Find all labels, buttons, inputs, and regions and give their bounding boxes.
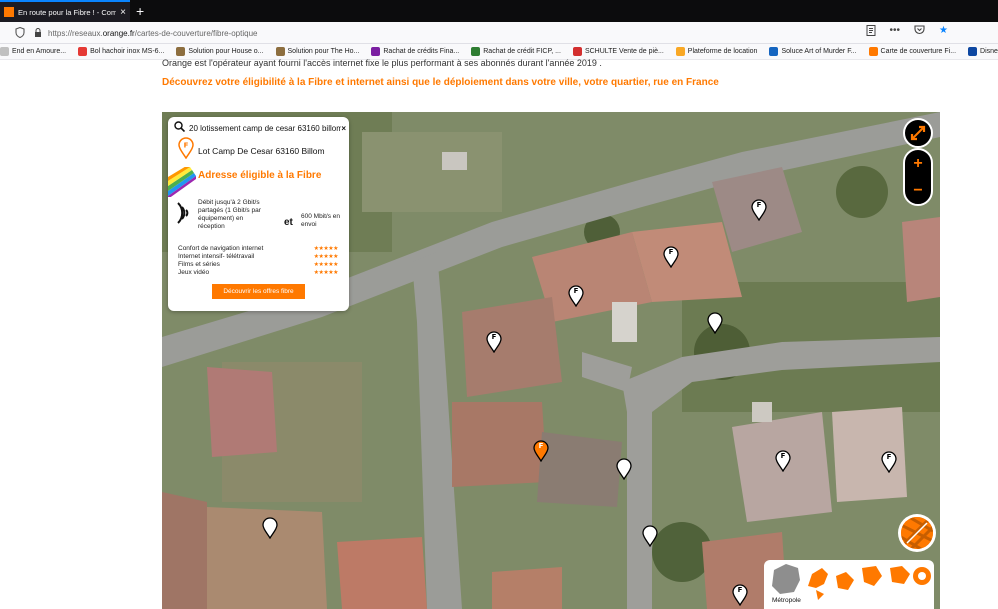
fibre-marker-icon[interactable]: F [751, 199, 767, 221]
bookmark-favicon-icon [572, 47, 582, 56]
star-rating-icon: ★★★★★ [313, 270, 339, 276]
and-text: et [284, 217, 293, 228]
bookmark-favicon-icon [471, 47, 481, 56]
rating-row: Films et séries ★★★★★ [178, 261, 339, 268]
lock-icon [34, 27, 42, 39]
zoom-in-button[interactable]: + [905, 150, 931, 177]
intro-text: Orange est l'opérateur ayant fourni l'ac… [162, 58, 602, 68]
clear-search-icon[interactable]: × [341, 124, 346, 133]
martinique-map-icon [836, 572, 854, 590]
bookmark-item[interactable]: Solution pour The Ho... [275, 47, 359, 56]
orange-favicon-icon [4, 7, 14, 17]
rating-row: Confort de navigation internet ★★★★★ [178, 245, 339, 252]
mayotte-map-icon [890, 566, 910, 584]
bookmark-item[interactable]: Rachat de crédits Fina... [371, 47, 459, 56]
bookmark-favicon-icon [371, 47, 381, 56]
upload-speed-text: 600 Mbit/s en envoi [301, 213, 341, 228]
bookmark-favicon-icon [868, 47, 878, 56]
fibre-pin-icon: F [178, 137, 194, 164]
nav-bar: https://reseaux.orange.fr/cartes-de-couv… [0, 22, 998, 44]
shield-icon[interactable] [15, 26, 25, 39]
bookmark-item[interactable]: Bol hachoir inox MS-6... [78, 47, 164, 56]
address-info-panel: 20 lotissement camp de cesar 63160 billo… [168, 117, 349, 311]
fibre-marker-icon[interactable]: F [663, 246, 679, 268]
rating-row: Jeux vidéo ★★★★★ [178, 269, 339, 276]
bookmark-star-icon[interactable]: ★ [939, 25, 948, 39]
region-selector: Métropole [764, 560, 934, 609]
bookmark-favicon-icon [769, 47, 779, 56]
bookmark-item[interactable]: Carte de couverture Fi... [868, 47, 956, 56]
zoom-control: + − [903, 148, 933, 206]
pocket-icon[interactable] [914, 25, 925, 39]
bookmark-favicon-icon [675, 47, 685, 56]
bookmark-item[interactable]: Disney+ | Films et séries [968, 47, 998, 56]
star-rating-icon: ★★★★★ [313, 254, 339, 260]
guyane-map-icon [862, 566, 882, 586]
more-actions-icon[interactable]: ••• [890, 25, 901, 39]
location-pin-icon[interactable] [262, 517, 278, 539]
fibre-marker-icon[interactable]: F [775, 450, 791, 472]
zoom-out-button[interactable]: − [905, 177, 931, 204]
discover-offers-button[interactable]: Découvrir les offres fibre [212, 284, 305, 299]
tab-active[interactable]: En route pour la Fibre ! - Comm × [0, 0, 130, 22]
tab-bar: En route pour la Fibre ! - Comm × + [0, 0, 998, 22]
eligibility-text: Adresse éligible à la Fibre [198, 170, 322, 181]
fullscreen-button[interactable] [903, 118, 933, 148]
search-input[interactable]: 20 lotissement camp de cesar 63160 billo… [189, 124, 341, 133]
usage-ratings: Confort de navigation internet ★★★★★ Inte… [178, 245, 339, 277]
bookmark-favicon-icon [968, 47, 978, 56]
location-pin-icon[interactable] [616, 458, 632, 480]
bookmark-item[interactable]: Rachat de crédit FICP, ... [471, 47, 561, 56]
page-headline: Découvrez votre éligibilité à la Fibre e… [162, 77, 719, 88]
tab-title: En route pour la Fibre ! - Comm [18, 7, 117, 17]
new-tab-button[interactable]: + [136, 3, 144, 19]
fibre-marker-icon[interactable]: F [568, 285, 584, 307]
address-row: F Lot Camp De Cesar 63160 Billom [178, 137, 325, 164]
fibre-marker-icon[interactable]: F [732, 584, 748, 606]
region-label: Métropole [772, 597, 801, 604]
bookmark-favicon-icon [0, 47, 9, 56]
nav-icons: ••• ★ [866, 25, 948, 39]
speed-info: Débit jusqu'à 2 Gbit/s partagés (1 Gbit/… [176, 199, 346, 239]
address-text: Lot Camp De Cesar 63160 Billom [198, 145, 325, 156]
signal-waves-icon [176, 199, 192, 232]
location-pin-icon[interactable] [707, 312, 723, 334]
star-rating-icon: ★★★★★ [313, 246, 339, 252]
guadeloupe-map-icon [808, 568, 828, 600]
fullscreen-icon [910, 125, 926, 141]
bookmark-item[interactable]: Solution pour House o... [176, 47, 264, 56]
region-map-icons [772, 564, 931, 600]
aerial-layer-icon [901, 517, 933, 549]
fibre-marker-icon[interactable]: F [881, 451, 897, 473]
bookmark-item[interactable]: End en Amoure... [0, 47, 66, 56]
map-layer-button[interactable] [898, 514, 936, 552]
fibre-marker-icon[interactable]: F [486, 331, 502, 353]
bookmark-favicon-icon [78, 47, 88, 56]
metropole-map-icon [772, 564, 800, 594]
bookmark-favicon-icon [176, 47, 186, 56]
search-icon [174, 119, 186, 137]
selected-address-marker-icon[interactable]: F [533, 440, 549, 462]
bookmark-item[interactable]: Plateforme de location [675, 47, 757, 56]
bookmark-favicon-icon [275, 47, 285, 56]
search-box[interactable]: 20 lotissement camp de cesar 63160 billo… [174, 121, 346, 135]
tab-close-icon[interactable]: × [120, 7, 126, 18]
location-pin-icon[interactable] [642, 525, 658, 547]
eligibility-banner: Adresse éligible à la Fibre [168, 167, 349, 197]
download-speed-text: Débit jusqu'à 2 Gbit/s partagés (1 Gbit/… [198, 199, 261, 230]
star-rating-icon: ★★★★★ [313, 262, 339, 268]
url-bar[interactable]: https://reseaux.orange.fr/cartes-de-couv… [30, 24, 950, 42]
rating-row: Internet intensif- télétravail ★★★★★ [178, 253, 339, 260]
url-text: https://reseaux.orange.fr/cartes-de-couv… [48, 28, 258, 38]
bookmark-item[interactable]: Soluce Art of Murder F... [769, 47, 857, 56]
bookmark-item[interactable]: SCHULTE Vente de piè... [572, 47, 664, 56]
svg-text:F: F [184, 142, 189, 150]
rainbow-icon [168, 167, 196, 197]
reader-view-icon[interactable] [866, 25, 876, 39]
